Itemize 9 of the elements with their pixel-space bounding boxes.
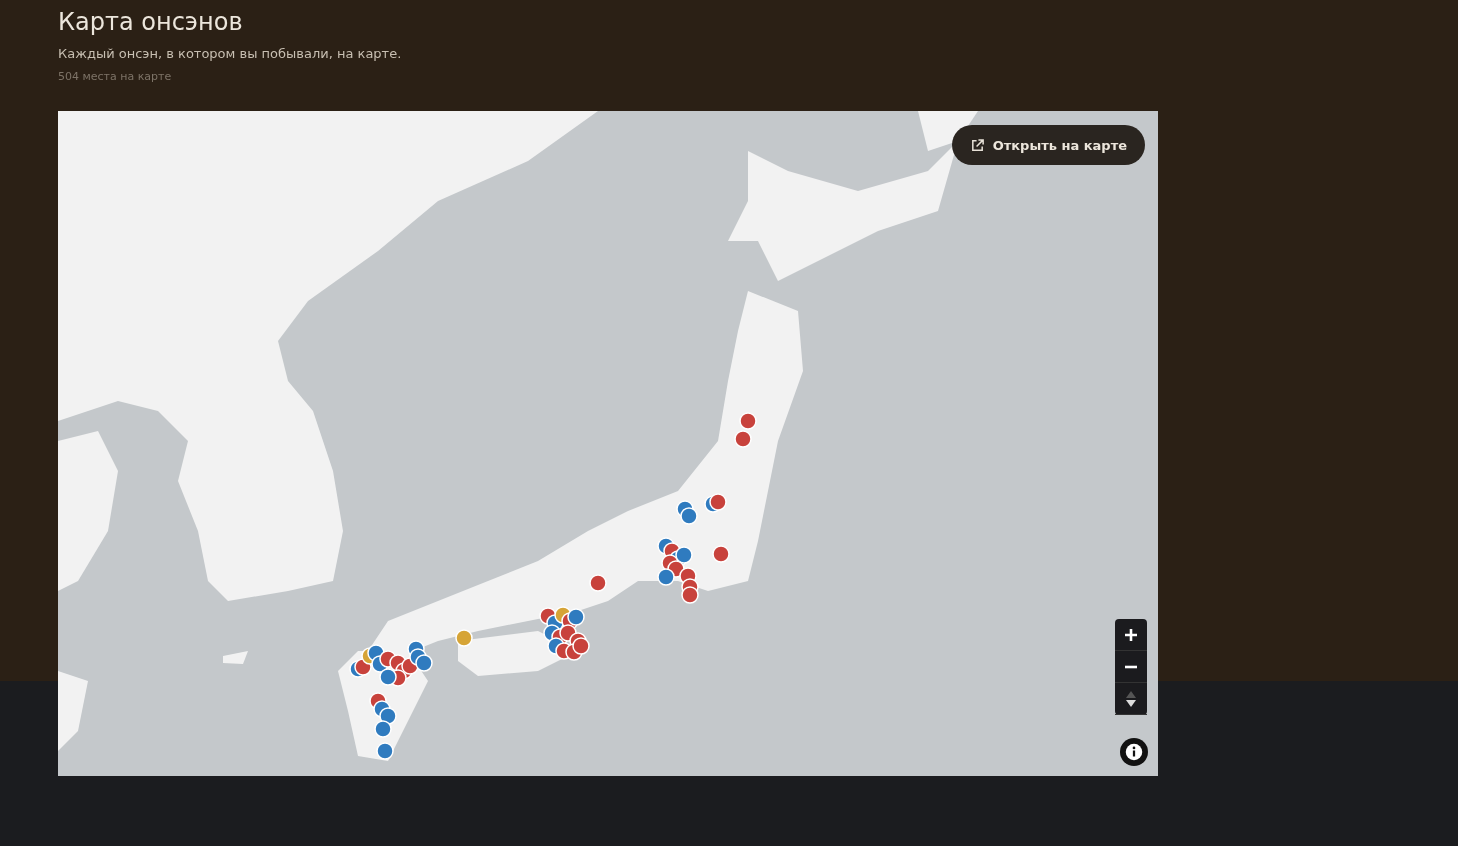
open-map-button[interactable]: Открыть на карте <box>951 125 1145 165</box>
page-title: Карта онсэнов <box>58 7 244 38</box>
info-icon <box>1125 743 1143 761</box>
plus-icon <box>1124 627 1138 642</box>
page-subtitle: Каждый онсэн, в котором вы побывали, на карте. <box>58 46 403 61</box>
place-count: 504 места на карте <box>58 70 173 83</box>
external-link-icon <box>969 137 985 153</box>
map-drawing[interactable] <box>58 111 1158 776</box>
compass-icon <box>1125 689 1137 708</box>
